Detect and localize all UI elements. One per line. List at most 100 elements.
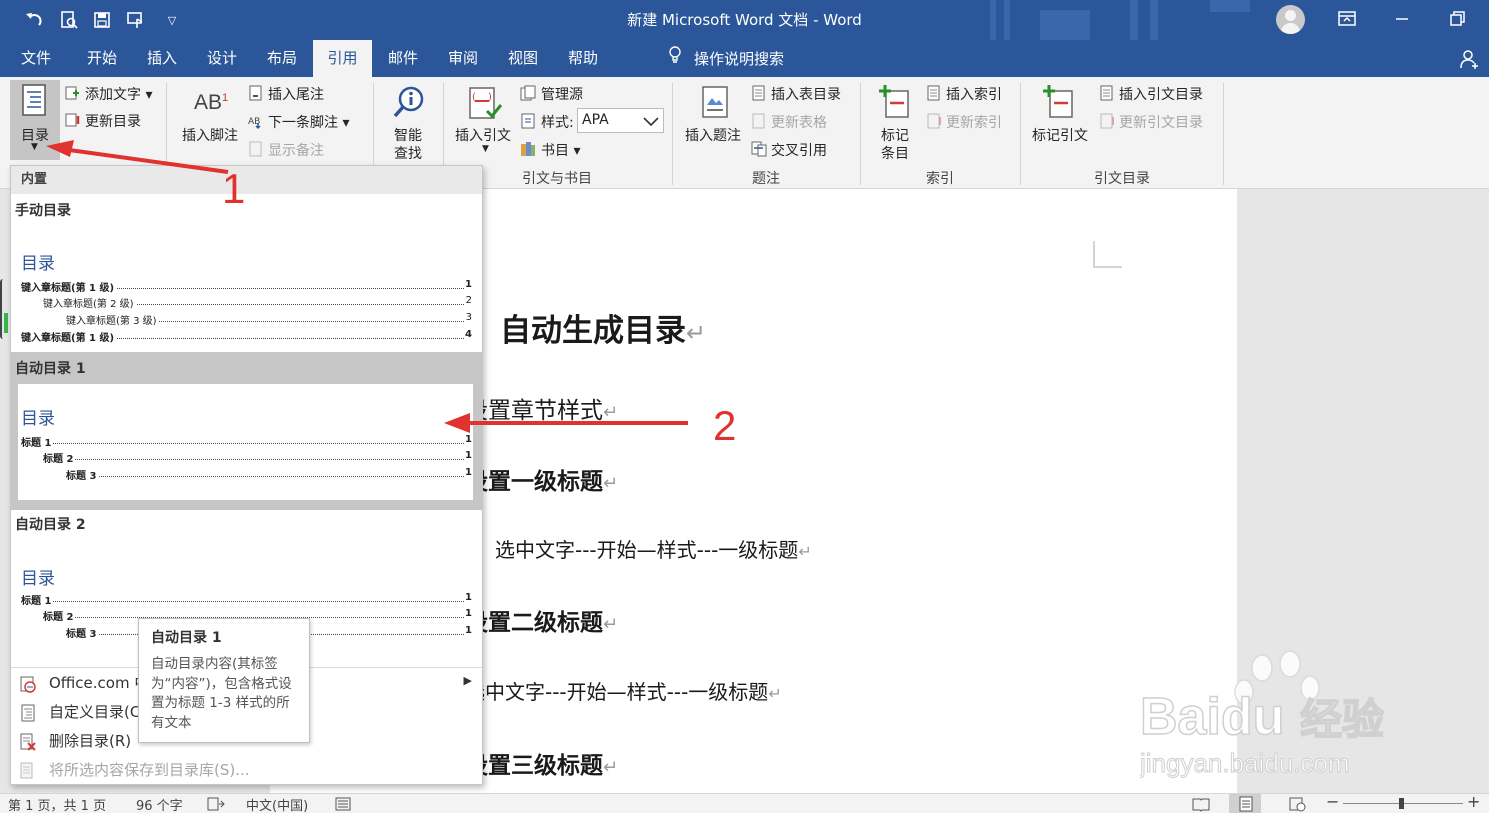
doc-line-3[interactable]: 选中文字---开始—样式---一级标题↵ <box>495 534 812 563</box>
style-icon <box>521 113 535 129</box>
tab-view[interactable]: 视图 <box>497 40 549 77</box>
tab-home[interactable]: 开始 <box>76 40 128 77</box>
update-toa-icon <box>1100 113 1114 129</box>
update-toc-button[interactable]: 更新目录 <box>85 111 141 131</box>
doc-line-6[interactable]: 设置三级标题↵ <box>465 746 618 780</box>
auto-toc-1-option[interactable]: 自动目录 1 目录 标题 11 标题 21 标题 31 <box>11 352 482 510</box>
insert-endnote-button[interactable]: 插入尾注 <box>268 84 324 104</box>
mark-entry-label-1[interactable]: 标记 <box>881 125 909 145</box>
left-edge-handle <box>0 279 8 339</box>
auto-toc-1-line: 标题 11 <box>21 434 472 449</box>
auto-toc-1-preview: 目录 标题 11 标题 21 标题 31 <box>18 384 473 500</box>
bibliography-button[interactable]: 书目 ▾ <box>541 140 580 160</box>
mark-citation-button[interactable]: 标记引文 <box>1032 125 1088 145</box>
tab-design[interactable]: 设计 <box>196 40 248 77</box>
ribbon-separator <box>1223 83 1224 185</box>
status-language[interactable]: 中文(中国) <box>246 795 308 813</box>
ribbon-separator <box>860 83 861 185</box>
manage-sources-button[interactable]: 管理源 <box>541 84 583 104</box>
insert-footnote-button[interactable]: 插入脚注 <box>182 125 238 145</box>
tooltip-body: 自动目录内容(其标签为“内容”)，包含格式设置为标题 1-3 样式的所有文本 <box>151 656 292 731</box>
manage-sources-icon <box>520 85 536 101</box>
add-text-button[interactable]: 添加文字 ▾ <box>85 84 152 104</box>
proofing-icon[interactable] <box>207 796 225 812</box>
insert-toa-button[interactable]: 插入引文目录 <box>1119 84 1203 104</box>
insert-footnote-icon: AB1 <box>194 91 229 114</box>
tell-me-search[interactable]: 操作说明搜索 <box>668 40 784 77</box>
save-selection-icon <box>20 762 33 779</box>
status-page[interactable]: 第 1 页，共 1 页 <box>8 795 106 813</box>
menu-save-selection[interactable]: 将所选内容保存到目录库(S)... <box>11 756 482 784</box>
tab-mailings[interactable]: 邮件 <box>377 40 429 77</box>
auto-toc-2-title: 自动目录 2 <box>15 517 86 533</box>
group-label-toa: 引文目录 <box>1094 171 1150 187</box>
doc-line-1[interactable]: 设置章节样式↵ <box>465 391 618 425</box>
update-table-button[interactable]: 更新表格 <box>771 112 827 132</box>
watermark-url: jingyan.baidu.com <box>1140 748 1350 778</box>
manual-toc-line: 键入章标题(第 1 级) 1 <box>21 279 472 294</box>
auto-toc-1-title: 自动目录 1 <box>15 361 86 377</box>
doc-line-4[interactable]: 设置二级标题↵ <box>465 603 618 637</box>
manual-toc-line: 键入章标题(第 1 级) 4 <box>21 329 472 344</box>
manual-toc-option[interactable]: 手动目录 目录 键入章标题(第 1 级) 1 键入章标题(第 2 级) 2 键入章标… <box>11 194 482 352</box>
account-avatar[interactable] <box>1276 5 1305 34</box>
mark-citation-icon <box>1043 85 1073 118</box>
tab-review[interactable]: 审阅 <box>437 40 489 77</box>
insert-index-button[interactable]: 插入索引 <box>946 84 1002 104</box>
tab-file[interactable]: 文件 <box>12 40 60 77</box>
style-value: APA <box>582 112 609 128</box>
smart-lookup-label-1[interactable]: 智能 <box>394 125 422 145</box>
smart-lookup-label-2[interactable]: 查找 <box>394 143 422 163</box>
doc-line-5[interactable]: 选中文字---开始—样式---一级标题↵ <box>465 676 782 705</box>
minimize-icon[interactable] <box>1390 8 1414 30</box>
group-label-index: 索引 <box>926 171 954 187</box>
restore-icon[interactable] <box>1445 8 1469 30</box>
zoom-in-button[interactable]: + <box>1467 792 1480 811</box>
ribbon-separator <box>672 83 673 185</box>
tell-me-label: 操作说明搜索 <box>694 50 785 68</box>
web-layout-icon[interactable] <box>1288 796 1306 812</box>
insert-citation-button[interactable]: 插入引文 <box>455 125 511 145</box>
update-table-icon <box>752 113 765 129</box>
insert-tof-button[interactable]: 插入表目录 <box>771 84 841 104</box>
auto-toc-1-line: 标题 21 <box>43 450 472 465</box>
style-select[interactable]: APA <box>577 108 664 133</box>
zoom-slider-thumb[interactable] <box>1399 798 1404 809</box>
group-label-captions: 题注 <box>752 171 780 187</box>
gallery-section-builtin: 内置 <box>11 166 482 194</box>
update-index-button[interactable]: 更新索引 <box>946 112 1002 132</box>
chevron-down-icon <box>643 117 659 127</box>
tab-insert[interactable]: 插入 <box>136 40 188 77</box>
office-toc-icon <box>20 676 36 693</box>
ribbon-tabs: 文件 开始 插入 设计 布局 引用 邮件 审阅 视图 帮助 操作说明搜索 <box>0 40 1489 77</box>
watermark-brand: Baidu <box>1140 688 1284 746</box>
tab-references[interactable]: 引用 <box>313 40 372 77</box>
insert-caption-button[interactable]: 插入题注 <box>685 125 741 145</box>
lightbulb-icon <box>668 40 684 77</box>
zoom-out-button[interactable]: − <box>1326 792 1339 811</box>
doc-line-2[interactable]: 设置一级标题↵ <box>465 462 618 496</box>
auto-toc-tooltip: 自动目录 1 自动目录内容(其标签为“内容”)，包含格式设置为标题 1-3 样式… <box>138 618 310 743</box>
annotation-label-1: 1 <box>222 165 246 212</box>
insert-index-icon <box>927 85 940 101</box>
share-person-icon[interactable] <box>1458 48 1482 70</box>
update-toa-button[interactable]: 更新引文目录 <box>1119 112 1203 132</box>
manual-toc-heading: 目录 <box>21 254 55 274</box>
ribbon-display-icon[interactable] <box>1335 8 1359 30</box>
toc-icon <box>22 84 46 116</box>
show-notes-button[interactable]: 显示备注 <box>268 140 324 160</box>
tab-help[interactable]: 帮助 <box>557 40 609 77</box>
insert-table-of-figures-icon <box>752 85 765 101</box>
tab-layout[interactable]: 布局 <box>256 40 308 77</box>
next-footnote-button[interactable]: 下一条脚注 ▾ <box>268 112 349 132</box>
insert-toa-icon <box>1100 85 1113 101</box>
status-words[interactable]: 96 个字 <box>136 795 183 813</box>
smart-lookup-icon <box>393 86 424 118</box>
update-index-icon <box>927 113 941 129</box>
mark-entry-label-2[interactable]: 条目 <box>881 143 909 163</box>
macro-record-icon[interactable] <box>334 796 352 812</box>
cross-reference-button[interactable]: 交叉引用 <box>771 140 827 160</box>
title-bar-decoration <box>990 0 1250 40</box>
document-title[interactable]: 自动生成目录↵ <box>500 305 706 350</box>
read-mode-icon[interactable] <box>1192 796 1210 812</box>
